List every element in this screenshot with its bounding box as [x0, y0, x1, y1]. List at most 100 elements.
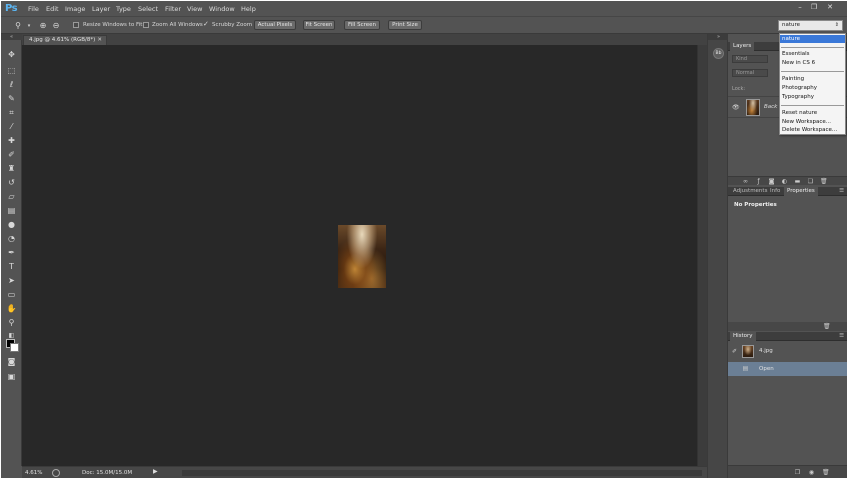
crop-icon[interactable]: ⌗: [6, 107, 17, 118]
history-brush-icon[interactable]: ↺: [6, 177, 17, 188]
trash-icon[interactable]: 🗑: [820, 178, 828, 185]
healing-brush-icon[interactable]: ✚: [6, 135, 17, 146]
menu-type[interactable]: Type: [116, 5, 131, 13]
document-tab-bar: 4.jpg @ 4.61% (RGB/8*) ✕: [22, 34, 707, 45]
checkmark-icon[interactable]: ✓: [203, 20, 209, 28]
gradient-icon[interactable]: ▤: [6, 205, 17, 216]
delete-workspace-option[interactable]: Delete Workspace...: [780, 126, 845, 134]
tab-history[interactable]: History: [730, 332, 756, 341]
photoshop-logo: Ps: [5, 3, 18, 14]
menu-window[interactable]: Window: [209, 5, 235, 13]
vertical-scrollbar[interactable]: [697, 45, 707, 466]
close-icon[interactable]: ✕: [97, 36, 102, 45]
history-snapshot[interactable]: ✐ 4.jpg: [728, 343, 847, 360]
tab-info[interactable]: Info: [767, 187, 783, 196]
trash-icon[interactable]: 🗑: [823, 323, 831, 330]
tab-adjustments[interactable]: Adjustments: [730, 187, 770, 196]
type-icon[interactable]: T: [6, 261, 17, 272]
clone-stamp-icon[interactable]: ♜: [6, 163, 17, 174]
hand-icon[interactable]: ✋: [6, 303, 17, 314]
status-info-icon[interactable]: [52, 469, 60, 477]
eyedropper-icon[interactable]: ⁄: [6, 121, 17, 132]
blur-icon[interactable]: ●: [6, 219, 17, 230]
panel-menu-icon[interactable]: ☰: [839, 332, 844, 341]
actual-pixels-button[interactable]: Actual Pixels: [254, 20, 296, 30]
new-group-icon[interactable]: ▬: [794, 178, 801, 185]
panel-collapse-icon[interactable]: «: [1, 34, 22, 40]
tab-layers[interactable]: Layers: [730, 42, 755, 51]
menu-edit[interactable]: Edit: [46, 5, 59, 13]
zoom-in-icon[interactable]: ⊕: [38, 21, 48, 31]
zoom-out-icon[interactable]: ⊖: [51, 21, 61, 31]
add-mask-icon[interactable]: ◙: [768, 178, 775, 185]
new-layer-icon[interactable]: ❏: [807, 178, 814, 185]
tool-preset-chevron-icon[interactable]: ▾: [24, 21, 34, 31]
zoom-tool-icon[interactable]: ⚲: [13, 21, 23, 31]
menu-layer[interactable]: Layer: [92, 5, 110, 13]
dodge-icon[interactable]: ◔: [6, 233, 17, 244]
menu-file[interactable]: File: [28, 5, 39, 13]
workspace-option-selected[interactable]: nature: [780, 35, 845, 43]
properties-footer: 🗑: [728, 322, 847, 331]
minimize-icon[interactable]: –: [795, 3, 805, 12]
trash-icon[interactable]: 🗑: [822, 469, 830, 476]
history-state[interactable]: ▤ Open: [728, 362, 847, 376]
document-image[interactable]: [338, 225, 386, 288]
workspace-option-typography[interactable]: Typography: [780, 93, 845, 101]
zoom-level-field[interactable]: 4.61%: [25, 469, 47, 477]
layer-style-icon[interactable]: ƒ: [755, 178, 762, 185]
lasso-icon[interactable]: ℓ: [6, 79, 17, 90]
resize-windows-checkbox[interactable]: [73, 22, 79, 28]
print-size-button[interactable]: Print Size: [388, 20, 422, 30]
shape-icon[interactable]: ▭: [6, 289, 17, 300]
quick-select-icon[interactable]: ✎: [6, 93, 17, 104]
link-layers-icon[interactable]: ∞: [742, 178, 749, 185]
workspace-option-essentials[interactable]: Essentials: [780, 50, 845, 58]
close-icon[interactable]: ✕: [825, 3, 835, 12]
menu-divider: [781, 47, 844, 48]
canvas-area[interactable]: [22, 45, 697, 466]
move-icon[interactable]: ✥: [6, 49, 17, 60]
screen-mode-icon[interactable]: ▣: [6, 371, 17, 382]
fill-screen-button[interactable]: Fill Screen: [344, 20, 380, 30]
zoom-all-windows-checkbox[interactable]: [143, 22, 149, 28]
menu-select[interactable]: Select: [138, 5, 158, 13]
marquee-icon[interactable]: ⬚: [6, 65, 17, 76]
document-tab[interactable]: 4.jpg @ 4.61% (RGB/8*) ✕: [23, 35, 107, 45]
brush-icon[interactable]: ✐: [6, 149, 17, 160]
path-select-icon[interactable]: ➤: [6, 275, 17, 286]
menu-image[interactable]: Image: [65, 5, 85, 13]
tab-properties[interactable]: Properties: [784, 187, 818, 196]
expand-panels-icon[interactable]: »: [708, 34, 729, 40]
workspace-option-photography[interactable]: Photography: [780, 84, 845, 92]
new-document-from-state-icon[interactable]: ❐: [794, 469, 801, 476]
properties-tab-bar: Adjustments Info Properties ☰: [728, 187, 847, 196]
status-menu-arrow-icon[interactable]: ▶: [153, 468, 158, 475]
new-workspace-option[interactable]: New Workspace...: [780, 118, 845, 126]
workspace-option-new-in-cs6[interactable]: New in CS 6: [780, 59, 845, 67]
eraser-icon[interactable]: ▱: [6, 191, 17, 202]
fit-screen-button[interactable]: Fit Screen: [303, 20, 335, 30]
camera-icon[interactable]: ◉: [808, 469, 815, 476]
layers-footer: ∞ ƒ ◙ ◐ ▬ ❏ 🗑: [728, 176, 847, 185]
reset-workspace-option[interactable]: Reset nature: [780, 109, 845, 117]
horizontal-scrollbar[interactable]: [182, 470, 702, 476]
workspace-option-painting[interactable]: Painting: [780, 75, 845, 83]
brush-presets-icon[interactable]: Bb: [713, 48, 724, 59]
menu-view[interactable]: View: [187, 5, 202, 13]
workspace-select[interactable]: nature ⇕: [778, 20, 843, 31]
eye-icon[interactable]: 👁: [732, 104, 740, 111]
pen-icon[interactable]: ✒: [6, 247, 17, 258]
zoom-icon[interactable]: ⚲: [6, 317, 17, 328]
blend-mode-select[interactable]: Normal: [732, 69, 768, 77]
menu-divider: [781, 105, 844, 106]
layer-filter-kind[interactable]: Kind: [732, 55, 768, 63]
menu-filter[interactable]: Filter: [165, 5, 181, 13]
background-color-swatch[interactable]: [10, 343, 19, 352]
adjustment-layer-icon[interactable]: ◐: [781, 178, 788, 185]
maximize-icon[interactable]: ❐: [809, 3, 819, 12]
quick-mask-icon[interactable]: ◙: [6, 356, 17, 367]
menu-help[interactable]: Help: [241, 5, 256, 13]
history-source-brush-icon[interactable]: ✐: [731, 348, 738, 355]
panel-menu-icon[interactable]: ☰: [839, 187, 844, 196]
